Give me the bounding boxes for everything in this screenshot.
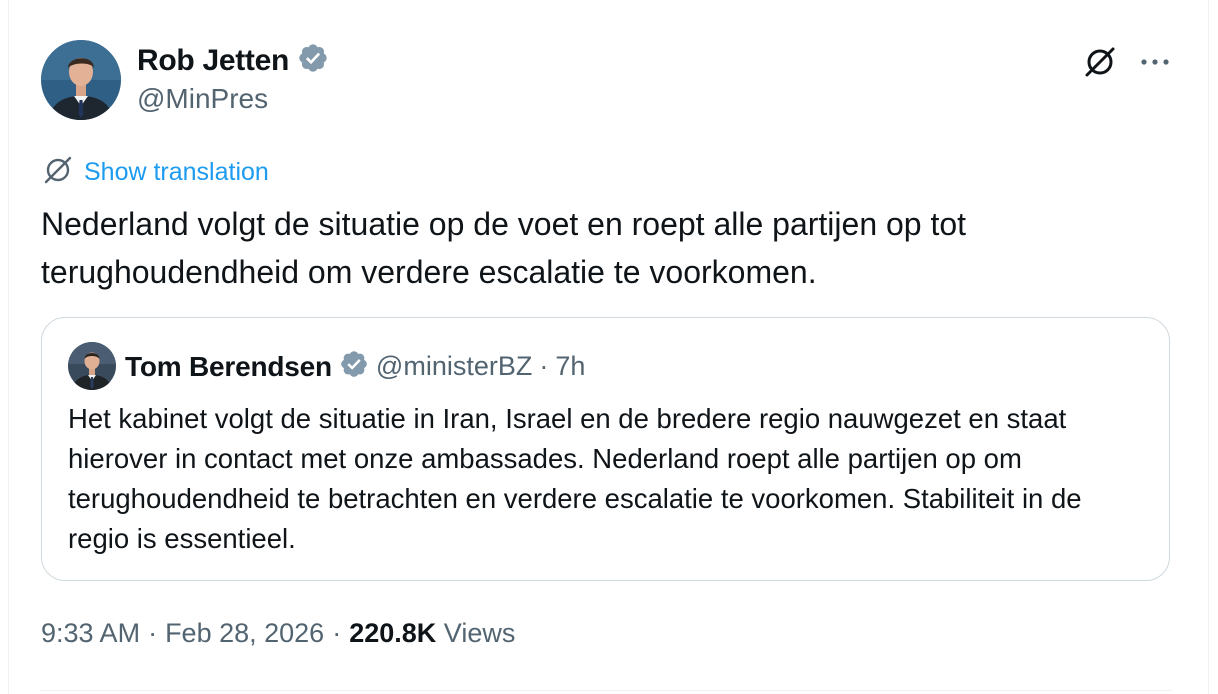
verified-badge-icon bbox=[297, 42, 329, 79]
views-label: Views bbox=[443, 618, 516, 648]
quoted-tweet-text: Het kabinet volgt de situatie in Iran, I… bbox=[68, 403, 1082, 554]
author-name-row: Rob Jetten bbox=[137, 42, 329, 79]
author-handle[interactable]: @MinPres bbox=[137, 83, 268, 115]
divider bbox=[40, 690, 1172, 691]
meta-separator: · bbox=[148, 618, 158, 648]
translate-icon bbox=[42, 154, 74, 191]
quoted-author-display-name[interactable]: Tom Berendsen bbox=[125, 351, 332, 383]
tweet-meta: 9:33 AM · Feb 28, 2026 · 220.8K Views bbox=[41, 618, 515, 649]
tweet-time[interactable]: 9:33 AM bbox=[41, 618, 140, 649]
quoted-tweet-header: Tom Berendsen @ministerBZ · 7h bbox=[125, 349, 585, 384]
quoted-verified-badge-icon bbox=[339, 349, 369, 384]
frame-left-border bbox=[8, 0, 9, 694]
tweet-text: Nederland volgt de situatie op de voet e… bbox=[41, 206, 967, 290]
tweet-date[interactable]: Feb 28, 2026 bbox=[165, 618, 324, 649]
quoted-tweet-card[interactable]: Tom Berendsen @ministerBZ · 7h Het kabin… bbox=[41, 317, 1170, 581]
frame-right-border bbox=[1208, 0, 1209, 694]
quoted-header-separator: · bbox=[539, 351, 549, 381]
grok-icon[interactable] bbox=[1080, 42, 1120, 82]
meta-separator-2: · bbox=[332, 618, 342, 648]
show-translation-link[interactable]: Show translation bbox=[42, 154, 269, 191]
views-count: 220.8K bbox=[349, 618, 437, 648]
quoted-tweet-time[interactable]: 7h bbox=[555, 351, 585, 382]
author-avatar[interactable] bbox=[41, 40, 121, 120]
quoted-author-handle[interactable]: @ministerBZ bbox=[376, 351, 532, 382]
more-icon[interactable] bbox=[1135, 42, 1175, 82]
show-translation-label[interactable]: Show translation bbox=[84, 158, 269, 187]
views-stat[interactable]: 220.8K Views bbox=[349, 618, 515, 649]
quoted-author-avatar[interactable] bbox=[68, 342, 116, 390]
author-display-name[interactable]: Rob Jetten bbox=[137, 44, 289, 78]
